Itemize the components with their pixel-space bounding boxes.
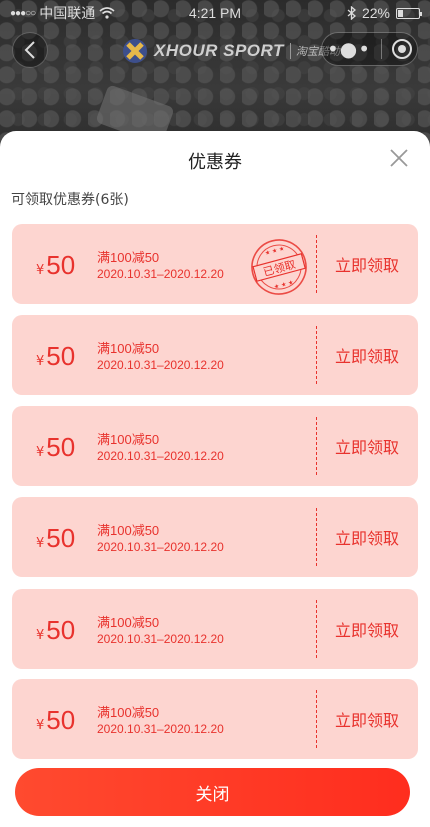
currency-symbol: ¥ — [36, 628, 45, 643]
amount-value: 50 — [46, 341, 76, 371]
stamp-text: 已领取 — [262, 258, 297, 279]
brand-name: XHOUR SPORT — [154, 41, 284, 60]
battery-icon — [396, 7, 422, 19]
currency-symbol: ¥ — [36, 445, 45, 460]
claim-coupon-button[interactable]: 立即领取 — [316, 224, 418, 304]
claim-coupon-button[interactable]: 立即领取 — [316, 589, 418, 669]
back-button[interactable] — [12, 32, 48, 68]
coupon-date: 2020.10.31–2020.12.20 — [97, 449, 224, 463]
coupon-amount: ¥ 50 — [36, 432, 75, 463]
coupon-date: 2020.10.31–2020.12.20 — [97, 540, 224, 554]
claim-coupon-button[interactable]: 立即领取 — [316, 315, 418, 395]
claim-coupon-button[interactable]: 立即领取 — [316, 679, 418, 759]
wifi-icon — [99, 7, 115, 19]
currency-symbol: ¥ — [36, 536, 45, 551]
amount-value: 50 — [46, 615, 76, 645]
coupon-condition: 满100减50 — [97, 705, 160, 720]
brand-logo: XHOUR SPORT 淘宝酷动城 — [122, 36, 351, 66]
coupon-date: 2020.10.31–2020.12.20 — [97, 632, 224, 646]
coupon-date: 2020.10.31–2020.12.20 — [97, 722, 224, 736]
svg-text:★ ★ ★: ★ ★ ★ — [273, 279, 294, 291]
coupon-amount: ¥ 50 — [36, 705, 75, 736]
currency-symbol: ¥ — [36, 263, 45, 278]
coupon-amount: ¥ 50 — [36, 615, 75, 646]
amount-value: 50 — [46, 705, 76, 735]
mini-program-capsule: •●• — [321, 32, 418, 66]
battery-percent: 22% — [361, 5, 390, 21]
more-icon[interactable]: •●• — [327, 39, 371, 59]
coupon-card: ¥ 50 满100减50 2020.10.31–2020.12.20 立即领取 — [12, 315, 418, 395]
coupon-card: ¥ 50 满100减50 2020.10.31–2020.12.20 立即领取 — [12, 406, 418, 486]
coupon-condition: 满100减50 — [97, 341, 160, 356]
coupon-amount: ¥ 50 — [36, 341, 75, 372]
coupon-card: ¥ 50 满100减50 2020.10.31–2020.12.20 立即领取 — [12, 589, 418, 669]
coupon-card: ¥ 50 满100减50 2020.10.31–2020.12.20 已领取 ★… — [12, 224, 418, 304]
svg-text:★ ★ ★: ★ ★ ★ — [264, 245, 285, 257]
coupon-condition: 满100减50 — [97, 523, 160, 538]
coupon-date: 2020.10.31–2020.12.20 — [97, 267, 224, 281]
bluetooth-icon — [347, 6, 356, 20]
brand-x-icon — [123, 39, 147, 63]
amount-value: 50 — [46, 523, 76, 553]
claimed-stamp: 已领取 ★ ★ ★ ★ ★ ★ — [251, 239, 307, 295]
amount-value: 50 — [46, 250, 76, 280]
capsule-divider — [381, 39, 383, 59]
coupon-sheet: 优惠券 可领取优惠券(6张) ¥ 50 满100减50 2020.10.31–2… — [0, 131, 430, 827]
target-icon[interactable] — [392, 39, 412, 59]
coupon-amount: ¥ 50 — [36, 250, 75, 281]
coupon-amount: ¥ 50 — [36, 523, 75, 554]
close-icon[interactable] — [388, 147, 410, 169]
status-bar: ●●●○○ 中国联通 4:21 PM 22% — [0, 0, 430, 26]
back-icon — [24, 41, 35, 59]
signal-icon: ●●●○○ — [10, 7, 36, 19]
coupon-condition: 满100减50 — [97, 432, 160, 447]
currency-symbol: ¥ — [36, 354, 45, 369]
coupon-card: ¥ 50 满100减50 2020.10.31–2020.12.20 立即领取 — [12, 497, 418, 577]
claim-coupon-button[interactable]: 立即领取 — [316, 406, 418, 486]
coupon-condition: 满100减50 — [97, 615, 160, 630]
currency-symbol: ¥ — [36, 718, 45, 733]
close-button[interactable]: 关闭 — [15, 768, 410, 816]
claim-coupon-button[interactable]: 立即领取 — [316, 497, 418, 577]
carrier-label: 中国联通 — [39, 5, 96, 21]
coupon-date: 2020.10.31–2020.12.20 — [97, 358, 224, 372]
sheet-title: 优惠券 — [188, 152, 242, 173]
navigation-bar: XHOUR SPORT 淘宝酷动城 •●• — [0, 32, 430, 72]
coupon-condition: 满100减50 — [97, 250, 160, 265]
status-time: 4:21 PM — [188, 5, 242, 21]
sheet-subtitle: 可领取优惠券(6张) — [11, 192, 129, 208]
coupon-card: ¥ 50 满100减50 2020.10.31–2020.12.20 立即领取 — [12, 679, 418, 759]
amount-value: 50 — [46, 432, 76, 462]
